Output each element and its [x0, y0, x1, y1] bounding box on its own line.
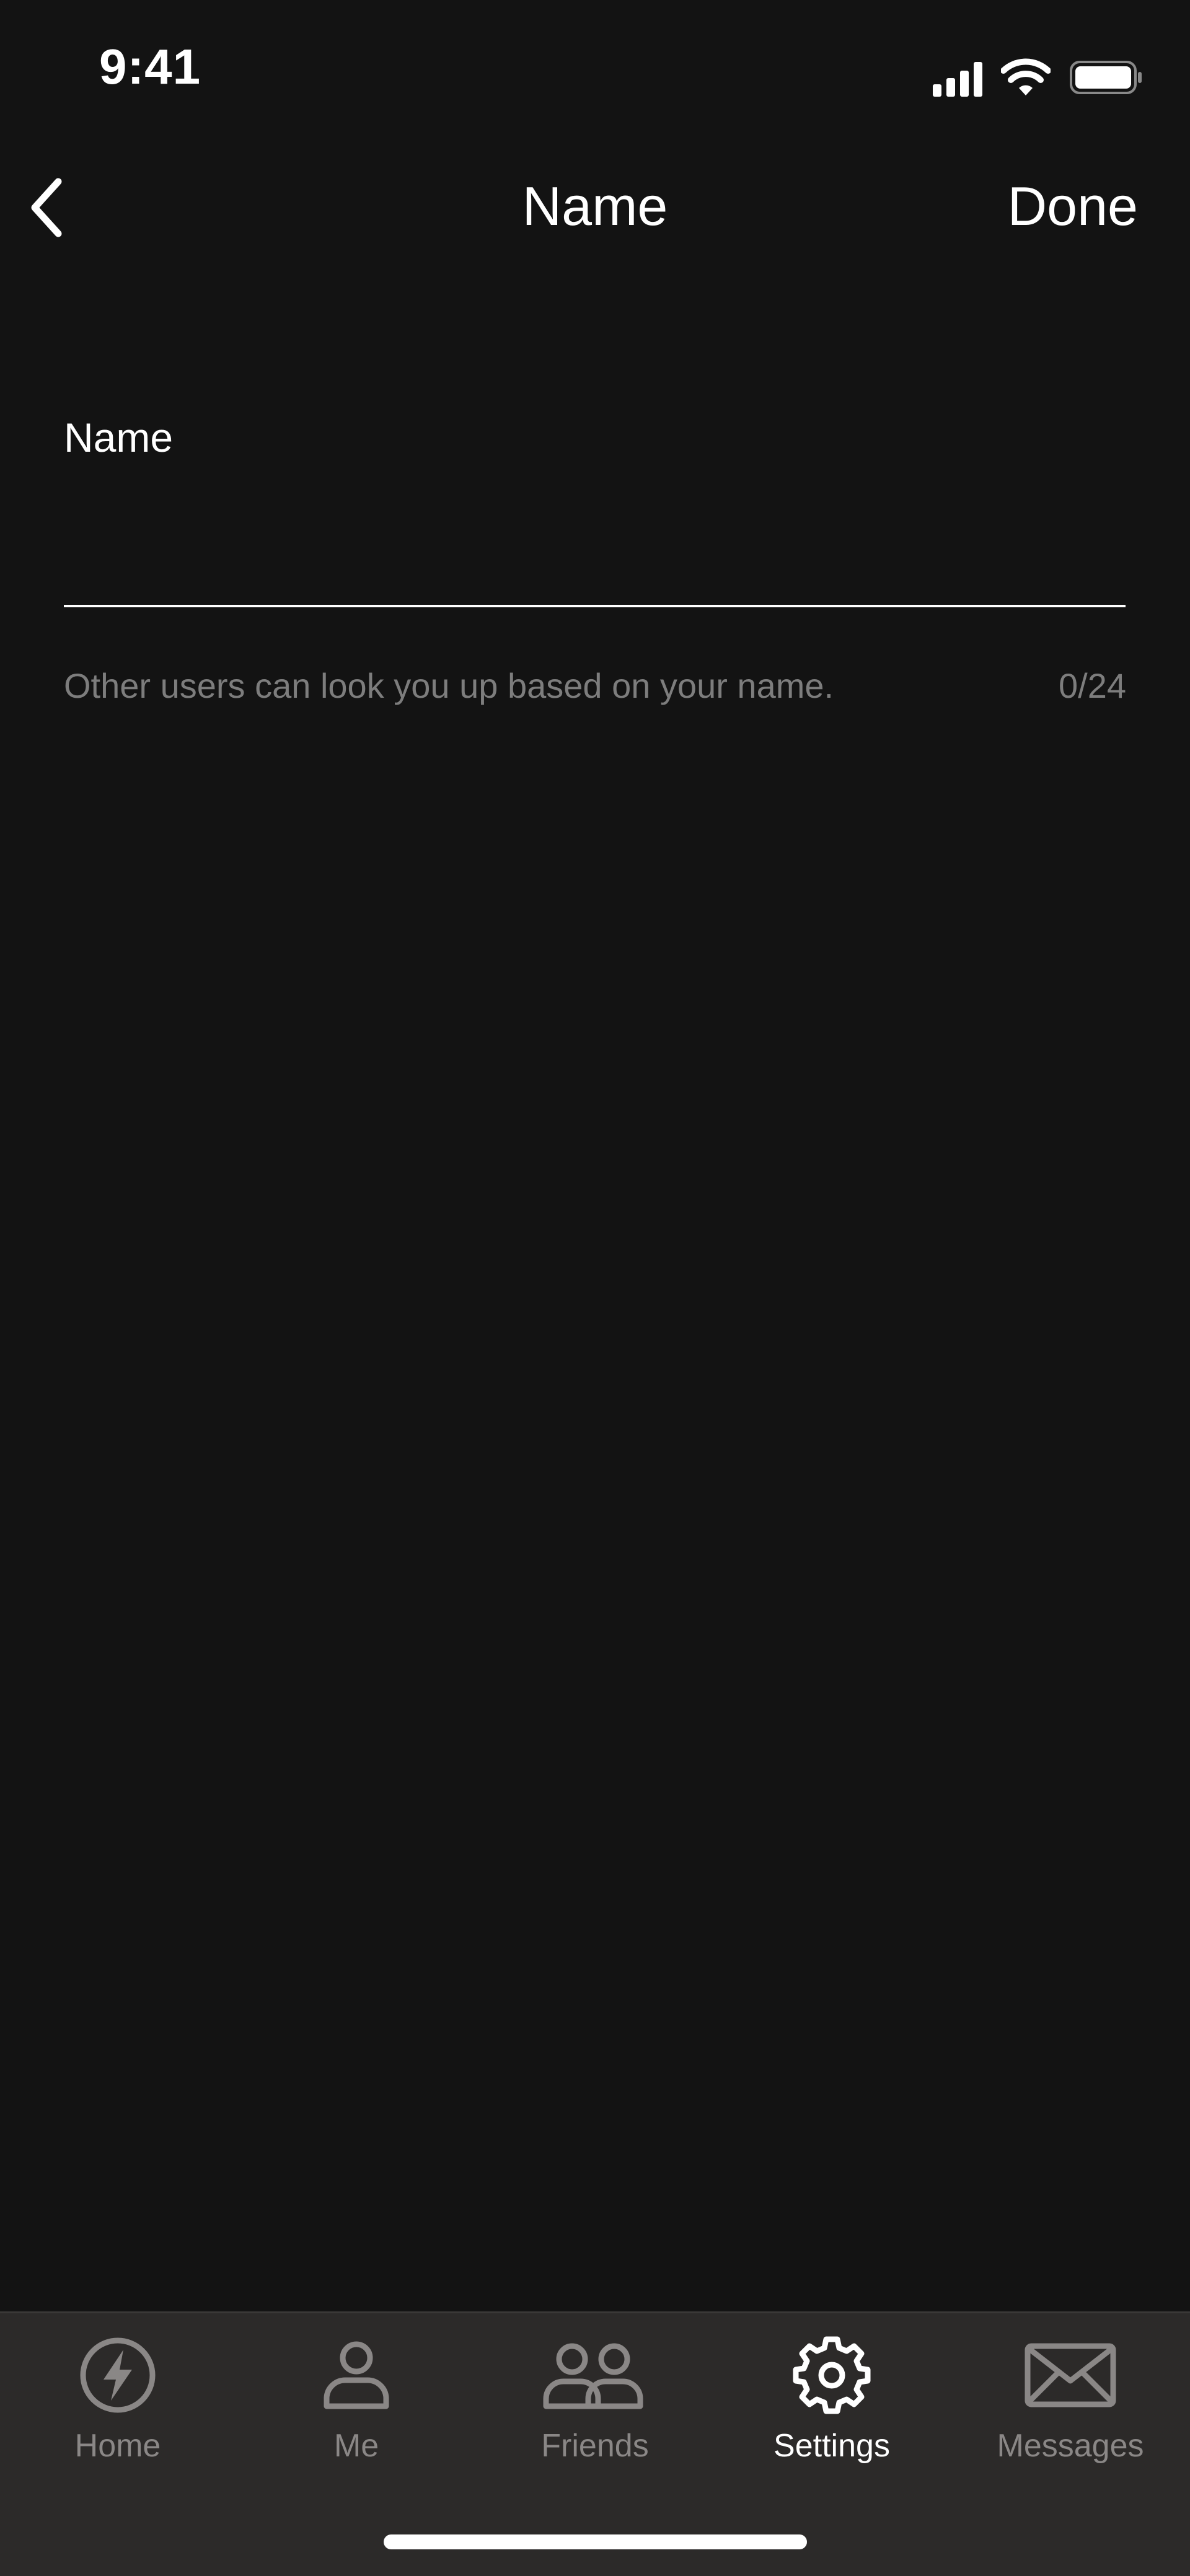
tab-label: Home: [74, 2428, 161, 2464]
tab-label: Messages: [997, 2428, 1144, 2464]
people-icon: [543, 2343, 643, 2409]
wifi-icon: [1001, 58, 1051, 95]
gear-icon: [793, 2336, 871, 2414]
tab-home[interactable]: Home: [25, 2332, 211, 2487]
lightning-icon: [80, 2337, 156, 2413]
status-bar: 9:41: [0, 0, 1190, 143]
cellular-signal-icon: [933, 59, 982, 97]
status-time: 9:41: [99, 39, 201, 94]
tab-friends[interactable]: Friends: [502, 2332, 688, 2487]
status-icons: [933, 53, 1144, 97]
character-counter: 0/24: [1059, 666, 1126, 705]
navigation-bar: Name Done: [0, 143, 1190, 273]
tab-me[interactable]: Me: [263, 2332, 449, 2487]
person-icon: [324, 2341, 389, 2409]
tab-label: Friends: [541, 2428, 649, 2464]
tab-settings[interactable]: Settings: [739, 2332, 925, 2487]
battery-icon: [1070, 61, 1142, 94]
screen: 9:41 Name Done Name Other users can look…: [0, 0, 1190, 2576]
done-button[interactable]: Done: [1008, 175, 1138, 238]
home-indicator[interactable]: [384, 2534, 807, 2549]
name-input[interactable]: [64, 490, 1126, 607]
name-field-label: Name: [64, 415, 174, 460]
envelope-icon: [1025, 2343, 1116, 2407]
tab-label: Me: [333, 2428, 379, 2464]
tab-messages[interactable]: Messages: [977, 2332, 1163, 2487]
helper-text: Other users can look you up based on you…: [64, 666, 834, 705]
tab-label: Settings: [774, 2428, 890, 2464]
